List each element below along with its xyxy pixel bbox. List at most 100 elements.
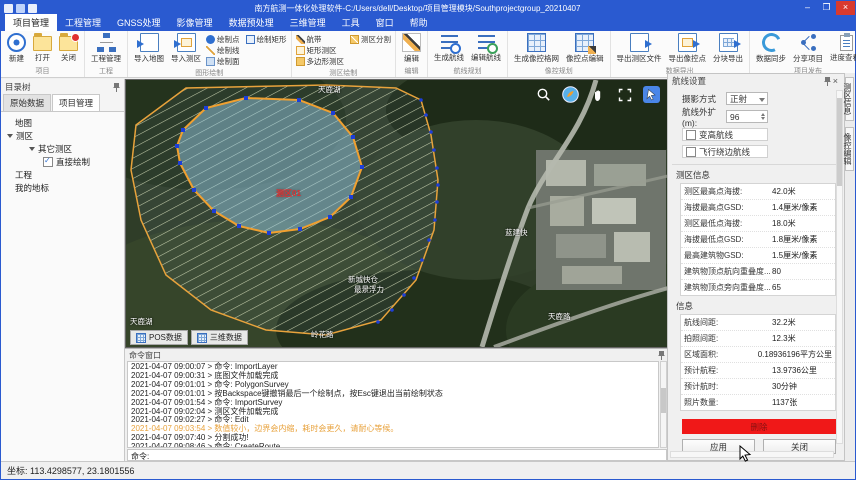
open-button[interactable]: 打开 [31, 33, 54, 63]
project-manage-label: 工程管理 [91, 53, 121, 64]
map-viewport[interactable]: 测区01 天鹿湖 新城快仓 最景浮力 蓝建快 天鹿湖 岭花路 天鹿路 [125, 79, 669, 348]
command-window: 命令窗口 2021-04-07 09:00:07 > 命令: ImportLay… [125, 348, 669, 461]
chevron-down-icon[interactable] [7, 134, 13, 138]
save-icon[interactable] [16, 4, 25, 13]
draw-rectangle-icon [246, 35, 255, 44]
tree-item-map[interactable]: 地图 [1, 116, 124, 129]
close-button[interactable]: × [836, 1, 855, 15]
edit-gcp-button[interactable]: 像控点编辑 [564, 33, 606, 64]
sidebar-title: 目录树 [5, 81, 31, 93]
command-input[interactable]: 命令: [127, 449, 667, 461]
ribbon-group-drawing: 导入地图 导入测区 绘制点 绘制线 绘制面 绘制矩形 图形绘制 [128, 31, 292, 77]
project-manage-button[interactable]: 工程管理 [89, 33, 123, 64]
route-expand-label: 航线外扩(m): [682, 106, 726, 128]
maximize-button[interactable]: ❐ [817, 1, 836, 15]
menu-tab-tools[interactable]: 工具 [334, 14, 368, 31]
data-sync-button[interactable]: 数据同步 [754, 33, 788, 64]
import-survey-button[interactable]: 导入测区 [169, 33, 203, 64]
menu-tab-project-management[interactable]: 项目管理 [5, 14, 57, 31]
pin-icon[interactable] [113, 83, 120, 92]
tree-item-survey[interactable]: 测区 [1, 129, 124, 142]
rect-survey-button[interactable]: 矩形测区 [296, 45, 345, 56]
data-sync-label: 数据同步 [756, 53, 786, 64]
share-project-button[interactable]: 分享项目 [791, 33, 825, 64]
fly-boundary-checkbox-row[interactable]: 飞行绕边航线 [682, 145, 768, 158]
spin-down-icon[interactable] [761, 117, 765, 120]
generate-route-button[interactable]: 生成航线 [432, 33, 466, 63]
draw-line-button[interactable]: 绘制线 [206, 45, 240, 56]
pin-icon[interactable] [658, 351, 665, 360]
export-gcp-button[interactable]: 导出像控点 [667, 33, 709, 64]
undo-icon[interactable] [28, 4, 37, 13]
command-log[interactable]: 2021-04-07 09:00:07 > 命令: ImportLayer 20… [127, 361, 659, 448]
fly-boundary-checkbox[interactable] [686, 147, 696, 157]
new-project-icon [7, 33, 26, 52]
quick-access-toolbar [1, 4, 37, 13]
minimize-button[interactable]: – [798, 1, 817, 15]
edit-button[interactable]: 编辑 [400, 33, 423, 64]
route-expand-stepper[interactable]: 96 [726, 110, 768, 123]
new-button[interactable]: 新建 [5, 33, 28, 64]
row-label: 最高建筑物GSD: [684, 250, 772, 261]
tree-item-project[interactable]: 工程 [1, 168, 124, 181]
checkbox-direct-draw[interactable] [43, 157, 53, 167]
row-label: 照片数量: [684, 397, 772, 408]
generate-gcp-grid-button[interactable]: 生成像控格网 [512, 33, 561, 64]
spin-up-icon[interactable] [761, 113, 765, 116]
row-value: 1.8厘米/像素 [772, 234, 832, 245]
map-toolbar [535, 86, 660, 103]
poly-survey-button[interactable]: 多边形测区 [296, 56, 345, 67]
import-map-button[interactable]: 导入地图 [132, 33, 166, 64]
table-row: 照片数量:1137张 [681, 395, 835, 410]
draw-point-button[interactable]: 绘制点 [206, 34, 240, 45]
tab-3d-data[interactable]: 三维数据 [191, 330, 248, 345]
chevron-down-icon[interactable] [29, 147, 35, 151]
fit-extent-icon[interactable] [616, 86, 633, 103]
pan-hand-icon[interactable] [589, 86, 606, 103]
map-place-label: 岭花路 [311, 329, 334, 340]
draw-rectangle-button[interactable]: 绘制矩形 [246, 34, 287, 45]
menu-tab-window[interactable]: 窗口 [368, 14, 402, 31]
close-folder-icon [59, 36, 78, 51]
tab-project-management[interactable]: 项目管理 [52, 94, 100, 111]
console-scrollbar[interactable] [660, 361, 667, 448]
draw-polygon-button[interactable]: 绘制面 [206, 56, 240, 67]
panel-close-icon[interactable]: × [831, 76, 840, 86]
progress-view-button[interactable]: 进度查看 [828, 33, 856, 63]
edit-gcp-label: 像控点编辑 [566, 53, 604, 64]
export-survey-file-button[interactable]: 导出测区文件 [615, 33, 664, 64]
variable-height-checkbox-row[interactable]: 变高航线 [682, 128, 768, 141]
menu-tab-image[interactable]: 影像管理 [169, 14, 221, 31]
variable-height-checkbox[interactable] [686, 130, 696, 140]
menu-tab-engineering[interactable]: 工程管理 [57, 14, 109, 31]
tab-pos-data[interactable]: POS数据 [130, 330, 188, 345]
app-icon [4, 4, 13, 13]
pin-icon[interactable] [824, 77, 831, 86]
tree-item-direct-draw[interactable]: 直接绘制 [1, 155, 124, 168]
menu-tab-3d[interactable]: 三维管理 [282, 14, 334, 31]
panel-horizontal-scrollbar[interactable] [670, 451, 834, 458]
statusbar: 坐标: 113.4298577, 23.1801556 [1, 461, 855, 479]
locate-globe-icon[interactable] [562, 86, 579, 103]
export-block-button[interactable]: 分块导出 [711, 33, 745, 64]
menu-tab-help[interactable]: 帮助 [402, 14, 436, 31]
export-block-label: 分块导出 [713, 53, 743, 64]
vtab-survey-info[interactable]: 测区信息 [845, 77, 854, 121]
split-survey-label: 测区分割 [361, 34, 391, 45]
select-cursor-icon[interactable] [643, 86, 660, 103]
photo-mode-select[interactable]: 正射 [726, 92, 768, 105]
tree-item-landmark[interactable]: 我的地标 [1, 181, 124, 194]
split-survey-button[interactable]: 测区分割 [350, 34, 391, 45]
delete-route-button[interactable]: 删除 [682, 419, 836, 434]
flight-strip-button[interactable]: 航带 [296, 34, 345, 45]
tab-raw-data[interactable]: 原始数据 [3, 94, 51, 111]
row-value: 32.2米 [772, 317, 832, 328]
search-icon[interactable] [535, 86, 552, 103]
menu-tab-gnss[interactable]: GNSS处理 [109, 14, 169, 31]
close-project-button[interactable]: 关闭 [57, 33, 80, 63]
menu-tab-preprocess[interactable]: 数据预处理 [221, 14, 282, 31]
variable-height-label: 变高航线 [699, 129, 733, 141]
tree-item-other-survey[interactable]: 其它测区 [1, 142, 124, 155]
edit-route-button[interactable]: 编辑航线 [469, 33, 503, 63]
vtab-gcp-edit[interactable]: 像控编辑 [845, 127, 854, 171]
